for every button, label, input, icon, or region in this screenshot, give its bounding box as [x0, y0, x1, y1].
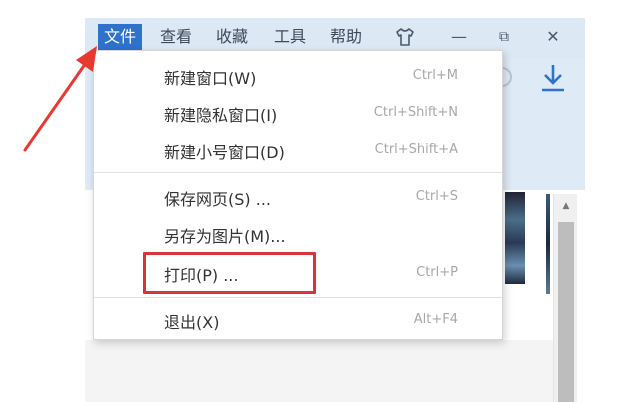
page-lower-area [85, 340, 555, 402]
menu-file[interactable]: 文件 [98, 24, 143, 50]
menu-item-label: 保存网页(S) ... [164, 190, 271, 209]
close-button[interactable]: ✕ [540, 24, 566, 50]
content-image-edge [546, 194, 550, 294]
menu-item-shortcut: Ctrl+Shift+N [373, 105, 458, 120]
menu-favorites[interactable]: 收藏 [216, 24, 248, 50]
shirt-icon[interactable] [392, 24, 418, 50]
content-image [505, 192, 525, 284]
menu-item-shortcut: Ctrl+S [415, 189, 458, 204]
minimize-button[interactable]: — [446, 24, 472, 50]
menu-item-exit[interactable]: 退出(X) Alt+F4 [94, 301, 502, 338]
menu-item-label: 退出(X) [164, 313, 220, 332]
menu-tools[interactable]: 工具 [274, 24, 306, 50]
menu-help[interactable]: 帮助 [330, 24, 362, 50]
menu-item-shortcut: Ctrl+M [412, 68, 458, 83]
menu-item-shortcut: Ctrl+P [416, 265, 458, 280]
menu-item-new-alt-account-window[interactable]: 新建小号窗口(D) Ctrl+Shift+A [94, 131, 502, 168]
menu-item-save-page[interactable]: 保存网页(S) ... Ctrl+S [94, 178, 502, 215]
menu-item-save-as-image[interactable]: 另存为图片(M)... [94, 215, 502, 252]
file-menu-dropdown: 新建窗口(W) Ctrl+M 新建隐私窗口(I) Ctrl+Shift+N 新建… [93, 50, 503, 340]
vertical-scrollbar[interactable]: ▲ [553, 194, 577, 402]
menu-separator [94, 172, 502, 173]
scroll-up-icon[interactable]: ▲ [554, 198, 578, 214]
menu-item-new-private-window[interactable]: 新建隐私窗口(I) Ctrl+Shift+N [94, 94, 502, 131]
menu-item-label: 新建隐私窗口(I) [164, 106, 278, 125]
restore-button[interactable]: ⧉ [491, 24, 517, 50]
print-highlight-box [143, 252, 316, 294]
menu-item-new-window[interactable]: 新建窗口(W) Ctrl+M [94, 57, 502, 94]
menu-item-shortcut: Ctrl+Shift+A [374, 142, 458, 157]
menu-separator [94, 297, 502, 298]
scroll-thumb[interactable] [558, 222, 574, 402]
menu-item-label: 另存为图片(M)... [164, 227, 286, 246]
menu-item-label: 新建窗口(W) [164, 69, 257, 88]
menu-item-shortcut: Alt+F4 [413, 312, 458, 327]
menu-view[interactable]: 查看 [160, 24, 192, 50]
menu-item-label: 新建小号窗口(D) [164, 143, 285, 162]
download-icon[interactable] [538, 62, 568, 94]
